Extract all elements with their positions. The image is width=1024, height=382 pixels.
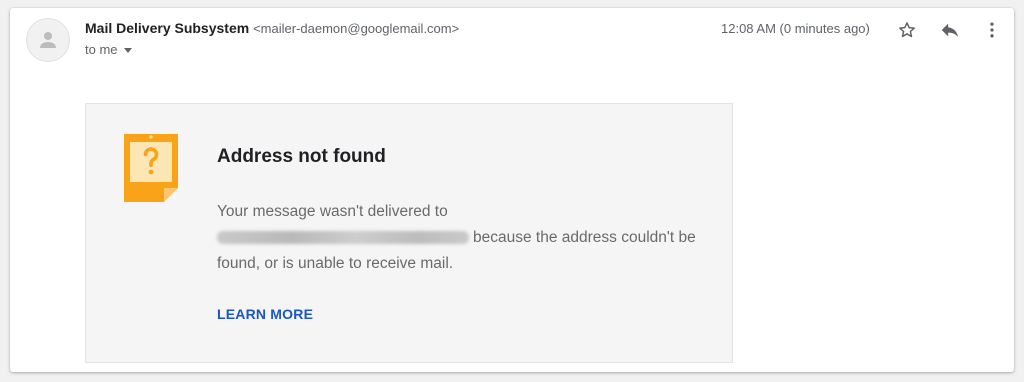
reply-button[interactable] [936,16,964,44]
sender-name[interactable]: Mail Delivery Subsystem [85,20,249,36]
more-options-button[interactable] [978,16,1006,44]
star-button[interactable] [893,16,921,44]
sender-line: Mail Delivery Subsystem <mailer-daemon@g… [85,20,459,36]
message-timestamp: 12:08 AM (0 minutes ago) [721,21,870,36]
sender-email: <mailer-daemon@googlemail.com> [253,21,460,36]
notice-body-prefix: Your message wasn't delivered to [217,203,448,220]
learn-more-link[interactable]: LEARN MORE [217,306,313,322]
notice-body: Your message wasn't delivered to because… [217,199,707,277]
recipient-label: to me [85,42,118,57]
reply-icon [941,23,959,38]
recipient-details-toggle[interactable]: to me [85,42,132,57]
sender-avatar[interactable] [26,18,70,62]
chevron-down-icon[interactable] [123,48,132,53]
email-message-card: Mail Delivery Subsystem <mailer-daemon@g… [10,8,1014,372]
redacted-recipient-address [217,231,469,245]
star-icon [899,22,915,38]
more-vert-icon [990,22,994,38]
notice-title: Address not found [217,146,386,167]
question-note-icon [124,134,178,207]
person-icon [40,32,56,48]
delivery-failure-notice: Address not found Your message wasn't de… [85,103,733,363]
